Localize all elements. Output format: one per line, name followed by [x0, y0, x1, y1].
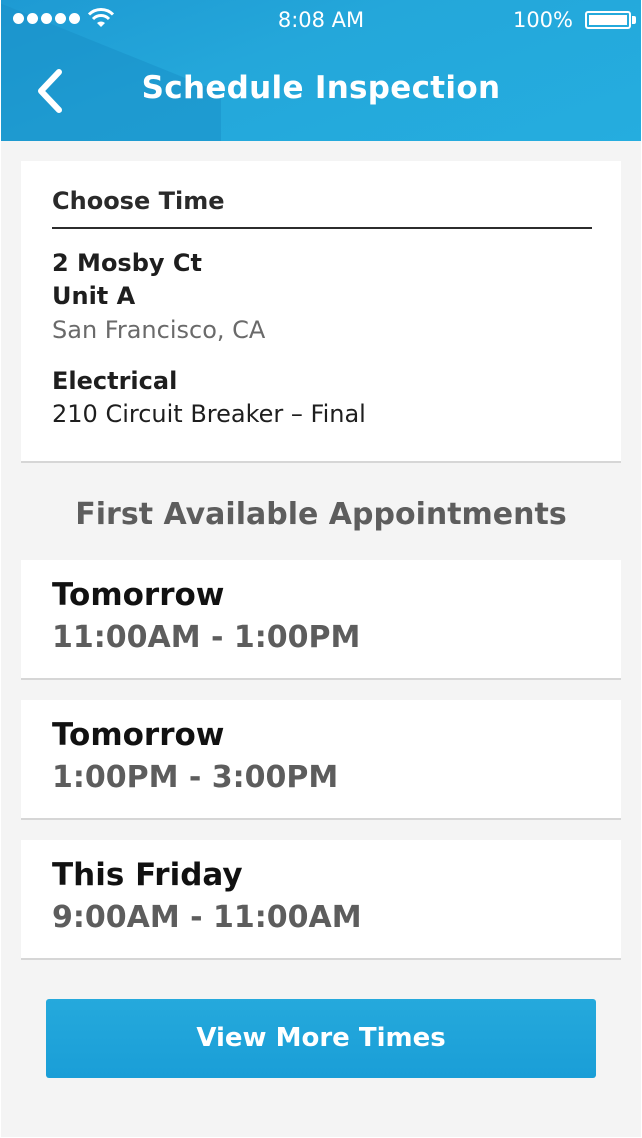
page-title: Schedule Inspection	[141, 70, 501, 106]
battery-icon	[585, 11, 631, 29]
inspection-info-card: Choose Time 2 Mosby Ct Unit A San Franci…	[21, 161, 621, 461]
choose-time-title: Choose Time	[52, 187, 225, 215]
address-line1: 2 Mosby Ct	[52, 249, 202, 277]
appointment-time: 11:00AM - 1:00PM	[52, 620, 361, 655]
nav-header: 8:08 AM 100% Schedule Inspection	[1, 0, 641, 141]
appointment-slot[interactable]: This Friday 9:00AM - 11:00AM	[21, 840, 621, 958]
appointment-day: Tomorrow	[52, 577, 225, 613]
schedule-inspection-screen: 8:08 AM 100% Schedule Inspection Choose …	[1, 0, 641, 1137]
inspection-category: Electrical	[52, 367, 178, 395]
appointment-time: 9:00AM - 11:00AM	[52, 900, 362, 935]
inspection-item: 210 Circuit Breaker – Final	[52, 400, 366, 428]
appointment-slot[interactable]: Tomorrow 1:00PM - 3:00PM	[21, 700, 621, 818]
city-state: San Francisco, CA	[52, 316, 266, 344]
appointment-slot[interactable]: Tomorrow 11:00AM - 1:00PM	[21, 560, 621, 678]
status-bar: 8:08 AM 100%	[1, 0, 641, 40]
address-line2: Unit A	[52, 282, 136, 310]
appointment-day: This Friday	[52, 857, 243, 893]
appointments-heading: First Available Appointments	[75, 497, 567, 532]
section-divider	[52, 227, 592, 229]
battery-percent: 100%	[512, 8, 573, 32]
appointment-day: Tomorrow	[52, 717, 225, 753]
view-more-times-button[interactable]: View More Times	[46, 999, 596, 1078]
appointment-time: 1:00PM - 3:00PM	[52, 760, 339, 795]
